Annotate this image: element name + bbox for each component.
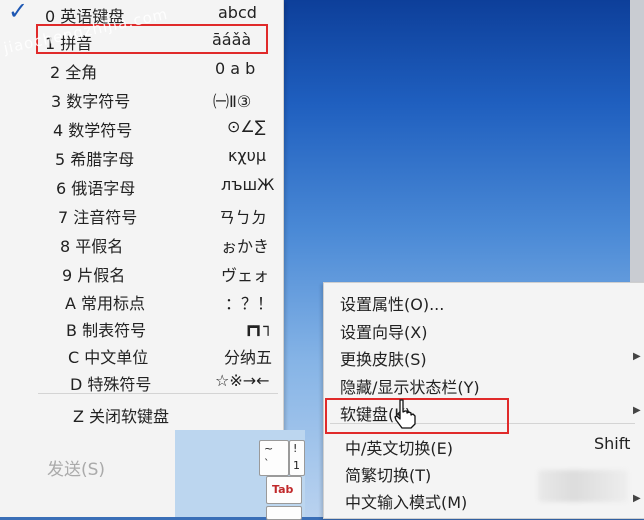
send-button[interactable]: 发送(S) [47,455,105,480]
menu-separator [38,393,278,394]
menu-item-chinese-units[interactable]: C 中文单位 分纳五 [0,341,283,367]
menu-item-label: 4 数学符号 [53,121,133,140]
key-lower-char: ` [264,457,270,470]
menu-item-russian-letters[interactable]: 6 俄语字母 лъшЖ [0,172,283,198]
menu-item-settings[interactable]: 设置属性(O)... [340,291,444,317]
menu-item-label: Z 关闭软键盘 [73,407,170,426]
menu-item-preview: 0 a b [215,59,256,78]
key-label: Tab [272,483,294,496]
menu-item-preview: ヴェォ [221,266,270,285]
menu-item-preview: ┏┓┐ [244,317,273,336]
menu-item-zhuyin-symbols[interactable]: 7 注音符号 ㄢㄅㄉ [0,201,283,227]
menu-item-label: D 特殊符号 [70,375,152,394]
menu-item-cn-en-switch[interactable]: 中/英文切换(E) [345,435,453,461]
menu-item-label: B 制表符号 [66,321,147,340]
menu-item-number-symbols[interactable]: 3 数字符号 ㈠Ⅱ③ [0,85,283,111]
hand-pointer-icon [394,399,416,429]
triangle-right-icon: ▶ [633,405,641,416]
key-upper-char: ! [293,442,298,455]
menu-item-preview: ：？！ [225,294,274,313]
menu-item-hiragana[interactable]: 8 平假名 ぉかき [0,230,283,256]
menu-item-box-drawing[interactable]: B 制表符号 ┏┓┐ [0,314,283,340]
menu-item-greek-letters[interactable]: 5 希腊字母 κχυμ [0,143,283,169]
menu-item-simplified-traditional[interactable]: 简繁切换(T) [345,462,431,488]
menu-item-common-punctuation[interactable]: A 常用标点 ：？！ [0,287,283,313]
menu-item-special-symbols[interactable]: D 特殊符号 ☆※→← [0,368,283,394]
triangle-right-icon: ▶ [633,351,641,362]
menu-item-label: 2 全角 [50,63,98,82]
menu-item-label: A 常用标点 [65,294,146,313]
menu-item-label: 5 希腊字母 [55,150,135,169]
menu-item-preview: ☆※→← [215,371,270,390]
menu-item-preview: ⊙∠∑ [227,117,266,136]
menu-item-preview: лъшЖ [221,175,275,194]
menu-item-preview: κχυμ [228,146,267,165]
menu-item-shortcut: Shift [594,434,631,453]
menu-item-close-soft-keyboard[interactable]: Z 关闭软键盘 [0,400,283,426]
triangle-right-icon: ▶ [633,493,641,504]
menu-item-katakana[interactable]: 9 片假名 ヴェォ [0,259,283,285]
window-edge [630,0,644,290]
menu-item-preview: ㄢㄅㄉ [219,208,268,227]
key-upper-char: ~ [264,442,274,455]
checkmark-icon: ✓ [8,0,29,25]
menu-item-label: 7 注音符号 [58,208,138,227]
menu-item-preview: abcd [218,3,257,22]
menu-item-label: 9 片假名 [62,266,126,285]
key-caps[interactable] [266,506,302,520]
key-lower-char: 1 [293,459,300,472]
menu-item-change-skin[interactable]: 更换皮肤(S) [340,346,427,372]
menu-item-preview: ㈠Ⅱ③ [213,92,252,111]
menu-item-fullwidth[interactable]: 2 全角 0 a b [0,56,283,82]
menu-item-label: 3 数字符号 [51,92,131,111]
menu-item-setup-wizard[interactable]: 设置向导(X) [340,319,427,345]
key-tab[interactable]: Tab [266,476,302,504]
key-one[interactable]: ! 1 [289,440,305,476]
key-tilde[interactable]: ~ ` [259,440,289,476]
menu-item-label: 6 俄语字母 [56,179,136,198]
menu-item-preview: 分纳五 [224,348,273,367]
menu-item-chinese-input-mode[interactable]: 中文输入模式(M) [345,489,467,515]
menu-item-toggle-status-bar[interactable]: 隐藏/显示状态栏(Y) [340,374,480,400]
menu-item-math-symbols[interactable]: 4 数学符号 ⊙∠∑ [0,114,283,140]
menu-item-label: C 中文单位 [68,348,149,367]
menu-item-preview: ぉかき [221,237,270,256]
blurred-region [538,470,628,502]
menu-item-label: 8 平假名 [60,237,124,256]
